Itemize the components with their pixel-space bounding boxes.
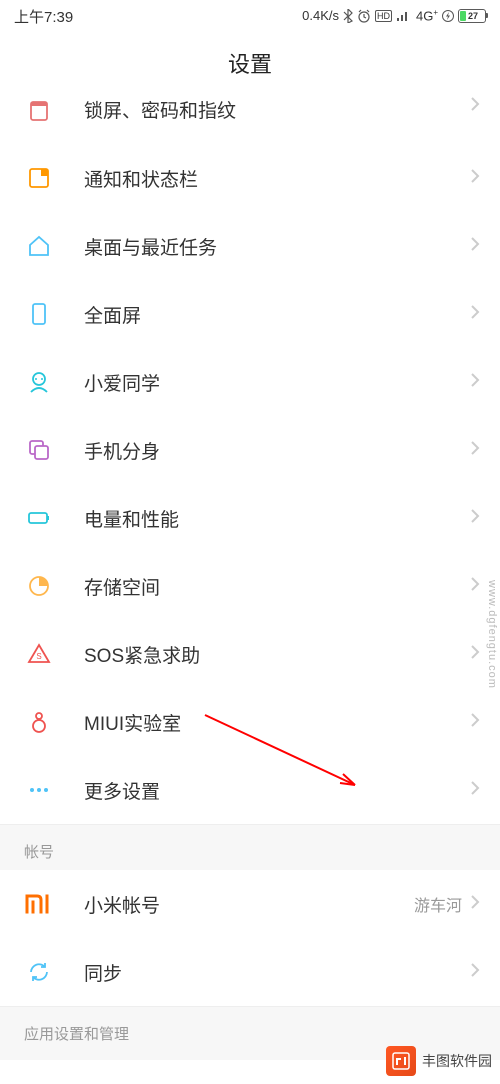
home-icon [24, 231, 54, 261]
settings-item-miui-lab[interactable]: MIUI实验室 [0, 688, 500, 756]
notification-icon [24, 163, 54, 193]
chevron-right-icon [470, 780, 480, 801]
sos-icon: S [24, 639, 54, 669]
flash-icon [442, 9, 454, 23]
lock-icon [24, 96, 54, 126]
settings-item-lockscreen[interactable]: 锁屏、密码和指纹 [0, 94, 500, 144]
footer-brand: 丰图软件园 [386, 1046, 492, 1076]
chevron-right-icon [470, 508, 480, 529]
item-label: 电量和性能 [84, 505, 470, 532]
bluetooth-icon [343, 9, 353, 23]
hd-icon: HD [375, 10, 392, 22]
chevron-right-icon [470, 236, 480, 257]
item-label: 小爱同学 [84, 369, 470, 396]
alarm-icon [357, 9, 371, 23]
chevron-right-icon [470, 372, 480, 393]
settings-item-sos[interactable]: S SOS紧急求助 [0, 620, 500, 688]
settings-item-fullscreen[interactable]: 全面屏 [0, 280, 500, 348]
chevron-right-icon [470, 894, 480, 915]
signal-icon [396, 10, 412, 22]
brand-text: 丰图软件园 [422, 1051, 492, 1071]
fullscreen-icon [24, 299, 54, 329]
section-header-account: 帐号 [0, 824, 500, 870]
network-speed: 0.4K/s [302, 8, 339, 23]
lab-icon [24, 707, 54, 737]
item-label: 手机分身 [84, 437, 470, 464]
battery-perf-icon [24, 503, 54, 533]
sync-icon [24, 957, 54, 987]
status-time: 上午7:39 [14, 6, 73, 27]
chevron-right-icon [470, 96, 480, 117]
chevron-right-icon [470, 168, 480, 189]
settings-item-sync[interactable]: 同步 [0, 938, 500, 1006]
page-title: 设置 [0, 32, 500, 94]
status-indicators: 0.4K/s HD 4G+ 27 [302, 8, 486, 23]
settings-list: 锁屏、密码和指纹 通知和状态栏 桌面与最近任务 全面屏 [0, 94, 500, 824]
chevron-right-icon [470, 712, 480, 733]
dual-icon [24, 435, 54, 465]
settings-item-notification[interactable]: 通知和状态栏 [0, 144, 500, 212]
item-label: 通知和状态栏 [84, 165, 470, 192]
svg-text:S: S [36, 652, 41, 661]
network-type: 4G+ [416, 8, 438, 23]
item-label: 更多设置 [84, 777, 470, 804]
brand-logo-icon [386, 1046, 416, 1076]
xiaoai-icon [24, 367, 54, 397]
chevron-right-icon [470, 962, 480, 983]
settings-item-storage[interactable]: 存储空间 [0, 552, 500, 620]
settings-item-mi-account[interactable]: 小米帐号 游车河 [0, 870, 500, 938]
item-label: 全面屏 [84, 301, 470, 328]
chevron-right-icon [470, 440, 480, 461]
item-label: 小米帐号 [84, 891, 414, 918]
settings-item-home[interactable]: 桌面与最近任务 [0, 212, 500, 280]
item-value: 游车河 [414, 892, 462, 916]
settings-item-xiaoai[interactable]: 小爱同学 [0, 348, 500, 416]
item-label: MIUI实验室 [84, 709, 470, 736]
chevron-right-icon [470, 644, 480, 665]
more-icon [24, 775, 54, 805]
storage-icon [24, 571, 54, 601]
status-bar: 上午7:39 0.4K/s HD 4G+ 27 [0, 0, 500, 32]
settings-item-dual-apps[interactable]: 手机分身 [0, 416, 500, 484]
item-label: SOS紧急求助 [84, 641, 470, 668]
item-label: 存储空间 [84, 573, 470, 600]
settings-item-battery[interactable]: 电量和性能 [0, 484, 500, 552]
battery-icon: 27 [458, 9, 486, 23]
item-label: 锁屏、密码和指纹 [84, 96, 470, 123]
item-label: 桌面与最近任务 [84, 233, 470, 260]
watermark: www.dgfengtu.com [486, 580, 498, 689]
settings-item-more[interactable]: 更多设置 [0, 756, 500, 824]
mi-icon [24, 889, 54, 919]
chevron-right-icon [470, 576, 480, 597]
item-label: 同步 [84, 959, 470, 986]
chevron-right-icon [470, 304, 480, 325]
